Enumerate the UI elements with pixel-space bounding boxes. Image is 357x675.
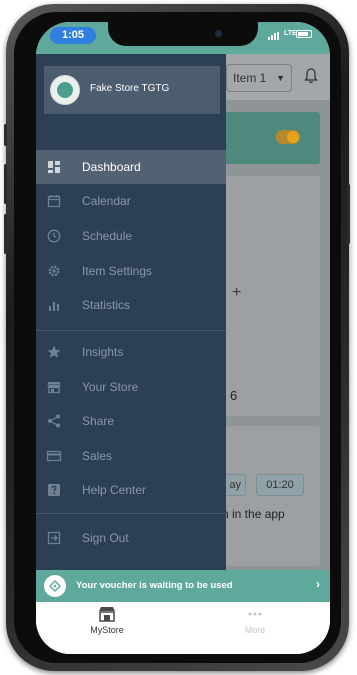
tab-more[interactable]: More <box>220 606 290 646</box>
signal-icon <box>268 32 282 40</box>
chevron-right-icon: › <box>316 577 320 591</box>
time-chip[interactable]: 01:20 <box>256 474 304 496</box>
tab-label: More <box>244 625 266 635</box>
menu-item-insights[interactable]: Insights <box>36 335 226 369</box>
bar-chart-icon <box>46 297 62 313</box>
menu-label: Insights <box>82 345 124 359</box>
store-icon <box>99 607 115 622</box>
item-select[interactable]: Item 1 ▼ <box>226 64 292 92</box>
menu-item-calendar[interactable]: Calendar <box>36 184 226 218</box>
volume-up-button <box>4 164 7 204</box>
menu-item-item-settings[interactable]: Item Settings <box>36 254 226 288</box>
ticket-icon <box>44 575 66 597</box>
menu-label: Item Settings <box>82 264 153 278</box>
plus-icon[interactable]: + <box>232 284 241 302</box>
calendar-icon <box>46 193 62 209</box>
notch <box>108 22 258 46</box>
store-name: Fake Store TGTG <box>90 83 170 94</box>
share-icon <box>46 413 62 429</box>
menu-item-dashboard[interactable]: Dashboard <box>36 150 226 184</box>
menu-label: Sign Out <box>82 531 129 545</box>
menu-label: Statistics <box>82 298 131 312</box>
schedule-card <box>224 426 320 566</box>
schedule-text: n in the app <box>222 507 285 521</box>
dashboard-icon <box>46 159 62 175</box>
clock-icon <box>46 228 62 244</box>
front-camera <box>215 30 222 37</box>
menu-label: Dashboard <box>82 160 141 174</box>
menu-item-sales[interactable]: Sales <box>36 439 226 473</box>
menu-item-sign-out[interactable]: Sign Out <box>36 521 226 555</box>
menu-item-help-center[interactable]: Help Center <box>36 473 226 507</box>
caret-down-icon: ▼ <box>276 73 285 83</box>
credit-card-icon <box>46 448 62 464</box>
screen: 1:05 LTE Item 1 ▼ + 6 ay 01:20 n in the … <box>36 22 330 654</box>
bell-icon[interactable] <box>304 68 318 84</box>
status-card <box>224 112 320 164</box>
bottom-tab-bar: MyStore More <box>36 602 330 654</box>
help-icon <box>46 482 62 498</box>
store-icon <box>46 379 62 395</box>
gear-icon <box>46 263 62 279</box>
sign-out-icon <box>46 530 62 546</box>
tab-mystore[interactable]: MyStore <box>72 606 142 646</box>
availability-toggle[interactable] <box>276 130 300 144</box>
menu-label: Help Center <box>82 483 147 497</box>
mute-switch <box>4 124 7 146</box>
status-time: 1:05 <box>50 27 96 44</box>
store-logo <box>50 75 80 105</box>
voucher-text: Your voucher is waiting to be used <box>76 580 233 591</box>
menu-divider <box>36 513 226 514</box>
menu-item-statistics[interactable]: Statistics <box>36 288 226 322</box>
network-label: LTE <box>284 30 297 37</box>
status-bar: 1:05 LTE <box>36 22 330 54</box>
menu-label: Schedule <box>82 229 133 243</box>
count-value: 6 <box>230 388 238 403</box>
tab-label: MyStore <box>90 625 124 635</box>
store-header[interactable]: Fake Store TGTG <box>44 66 220 114</box>
menu-item-your-store[interactable]: Your Store <box>36 370 226 404</box>
dots-icon <box>248 612 262 616</box>
voucher-banner[interactable]: Your voucher is waiting to be used › <box>36 570 330 602</box>
navigation-drawer: Fake Store TGTG Dashboard Calendar Sched… <box>36 54 226 570</box>
volume-down-button <box>4 214 7 254</box>
menu-label: Your Store <box>82 380 139 394</box>
menu-item-share[interactable]: Share <box>36 404 226 438</box>
menu-label: Calendar <box>82 194 131 208</box>
menu-label: Share <box>82 414 115 428</box>
menu-divider <box>36 330 226 331</box>
power-button <box>347 184 350 244</box>
item-select-value: Item 1 <box>233 71 267 85</box>
menu-item-schedule[interactable]: Schedule <box>36 219 226 253</box>
menu-label: Sales <box>82 449 113 463</box>
star-icon <box>46 344 62 360</box>
battery-icon <box>296 30 312 38</box>
